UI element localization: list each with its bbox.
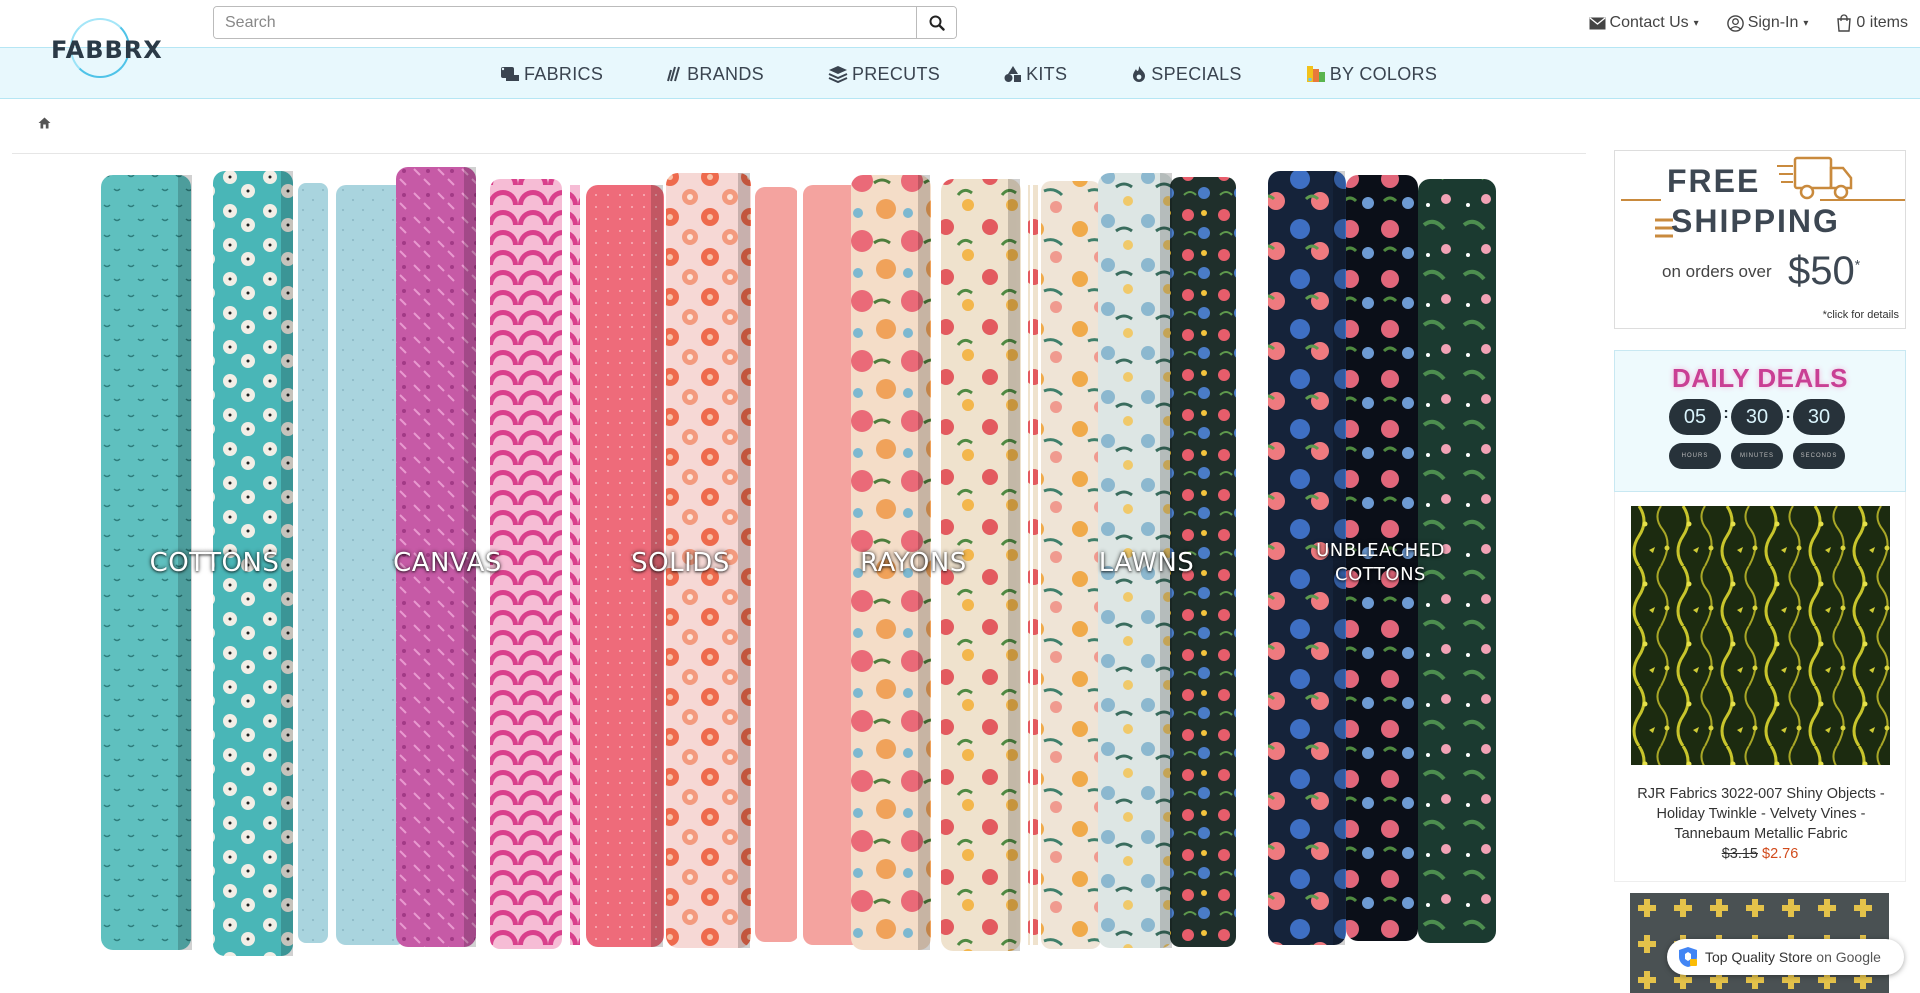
category-unbleached-label: UNBLEACHED [1316, 539, 1445, 561]
free-shipping-condition: on orders over [1662, 262, 1772, 281]
sign-in-menu[interactable]: Sign-In ▾ [1726, 14, 1809, 32]
logo-text: FABBRX [51, 36, 163, 64]
timer-hours-label: HOURS [1669, 443, 1721, 469]
product-sale-price: $2.76 [1762, 846, 1799, 862]
nav-kits-label: KITS [1026, 63, 1068, 84]
nav-brands[interactable]: BRANDS [667, 64, 764, 85]
header-links: Contact Us ▾ Sign-In ▾ 0 items [1561, 14, 1908, 32]
daily-deals-panel: DAILY DEALS 05 : 30 : 30 HOURS MINUTES S… [1614, 350, 1906, 492]
category-canvas[interactable]: CANVAS [331, 165, 564, 960]
nav-precuts[interactable]: PRECUTS [828, 64, 940, 85]
category-canvas-label: CANVAS [393, 547, 502, 578]
timer-minutes: 30 [1731, 399, 1783, 435]
product-old-price: $3.15 [1721, 846, 1758, 862]
cart-link[interactable]: 0 items [1836, 14, 1908, 32]
layers-icon [828, 66, 848, 83]
category-rayons[interactable]: RAYONS [797, 165, 1030, 960]
shopping-bag-icon [1837, 14, 1852, 32]
countdown-timer: 05 : 30 : 30 [1669, 399, 1845, 435]
product-name[interactable]: RJR Fabrics 3022-007 Shiny Objects - Hol… [1629, 784, 1893, 844]
free-shipping-line2: SHIPPING [1671, 203, 1840, 239]
envelope-icon [1589, 16, 1606, 29]
category-solids[interactable]: SOLIDS [564, 165, 797, 960]
product-fabric-swatch [1631, 506, 1890, 765]
nav-fabrics[interactable]: FABRICS [500, 64, 603, 85]
contact-us-menu[interactable]: Contact Us ▾ [1589, 14, 1699, 32]
fabric-roll-icon [501, 67, 519, 81]
google-badge-label: Top Quality Store [1705, 949, 1813, 965]
google-badge-suffix: on Google [1816, 949, 1881, 965]
contact-us-label: Contact Us [1609, 14, 1689, 31]
category-lawns[interactable]: LAWNS [1030, 165, 1263, 960]
sign-in-label: Sign-In [1747, 14, 1799, 31]
nav-specials[interactable]: SPECIALS [1131, 64, 1241, 85]
timer-minutes-label: MINUTES [1731, 443, 1783, 469]
category-cottons[interactable]: COTTONS [98, 165, 331, 960]
nav-by-colors[interactable]: BY COLORS [1306, 64, 1437, 85]
site-logo[interactable]: FABBRX [48, 14, 162, 80]
main-nav: FABRICS BRANDS PRECUTS KITS SPECIALS BY … [0, 47, 1920, 99]
google-top-quality-badge[interactable]: Top Quality Store on Google [1667, 939, 1904, 975]
nav-precuts-label: PRECUTS [851, 63, 941, 84]
timer-labels: HOURS MINUTES SECONDS [1669, 443, 1855, 469]
product-price: $3.15 $2.76 [1615, 846, 1905, 862]
breadcrumb [38, 116, 51, 134]
google-shield-icon [1679, 947, 1697, 967]
top-bar: FABBRX Contact Us ▾ Sign-In ▾ 0 items [0, 0, 1920, 78]
daily-deals-title: DAILY DEALS [1672, 363, 1848, 393]
kits-icon [1004, 66, 1022, 82]
free-shipping-line1: FREE [1667, 163, 1761, 199]
nav-by-colors-label: BY COLORS [1329, 63, 1438, 84]
nav-brands-label: BRANDS [687, 63, 764, 84]
free-shipping-note: *click for details [1822, 309, 1899, 321]
nav-fabrics-label: FABRICS [524, 63, 604, 84]
free-shipping-banner[interactable]: FREE SHIPPING on orders over $50* *click… [1614, 150, 1906, 329]
cart-count: 0 items [1856, 14, 1908, 31]
search-button[interactable] [916, 7, 956, 38]
color-swatch-icon [1306, 66, 1325, 82]
brands-icon [667, 66, 681, 82]
breadcrumb-divider [12, 153, 1586, 154]
category-cottons-label: COTTONS [149, 547, 280, 578]
free-shipping-amount-value: $50 [1788, 249, 1855, 293]
fire-icon [1133, 66, 1146, 82]
chevron-down-icon: ▾ [1693, 17, 1699, 29]
search-bar [213, 6, 957, 39]
free-shipping-asterisk: * [1854, 256, 1861, 273]
user-circle-icon [1726, 14, 1744, 32]
category-banner: COTTONS CANVAS SOLIDS RAYONS LAWNS UNBLE… [98, 165, 1498, 960]
nav-kits[interactable]: KITS [1004, 64, 1067, 85]
timer-hours: 05 [1669, 399, 1721, 435]
category-unbleached-cottons[interactable]: UNBLEACHED COTTONS [1263, 165, 1498, 960]
search-icon [929, 15, 945, 31]
free-shipping-amount: $50* [1788, 249, 1860, 294]
home-icon[interactable] [38, 117, 51, 129]
category-unbleached-label-line2: COTTONS [1335, 563, 1426, 585]
delivery-truck-icon [1777, 156, 1853, 200]
timer-seconds-label: SECONDS [1793, 443, 1845, 469]
deal-product-card[interactable]: RJR Fabrics 3022-007 Shiny Objects - Hol… [1614, 492, 1906, 882]
category-lawns-label: LAWNS [1098, 547, 1195, 578]
search-input[interactable] [214, 7, 916, 38]
chevron-down-icon: ▾ [1803, 17, 1809, 29]
category-rayons-label: RAYONS [860, 547, 967, 578]
nav-specials-label: SPECIALS [1151, 63, 1242, 84]
product-image[interactable] [1631, 506, 1890, 765]
sidebar: FREE SHIPPING on orders over $50* *click… [1614, 150, 1906, 882]
category-solids-label: SOLIDS [631, 547, 730, 578]
timer-seconds: 30 [1793, 399, 1845, 435]
